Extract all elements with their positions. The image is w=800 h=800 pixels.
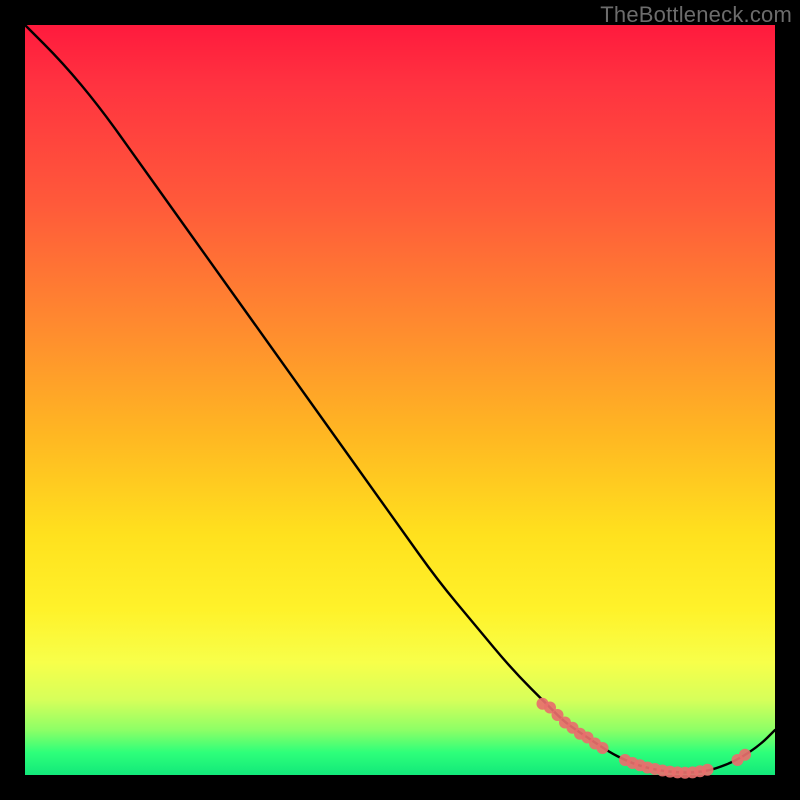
chart-svg: [25, 25, 775, 775]
marker-dot: [739, 749, 751, 761]
marker-dot: [702, 764, 714, 776]
curve-line: [25, 25, 775, 773]
plot-area: [25, 25, 775, 775]
watermark-text: TheBottleneck.com: [600, 2, 792, 28]
marker-dot: [597, 742, 609, 754]
chart-frame: TheBottleneck.com: [0, 0, 800, 800]
